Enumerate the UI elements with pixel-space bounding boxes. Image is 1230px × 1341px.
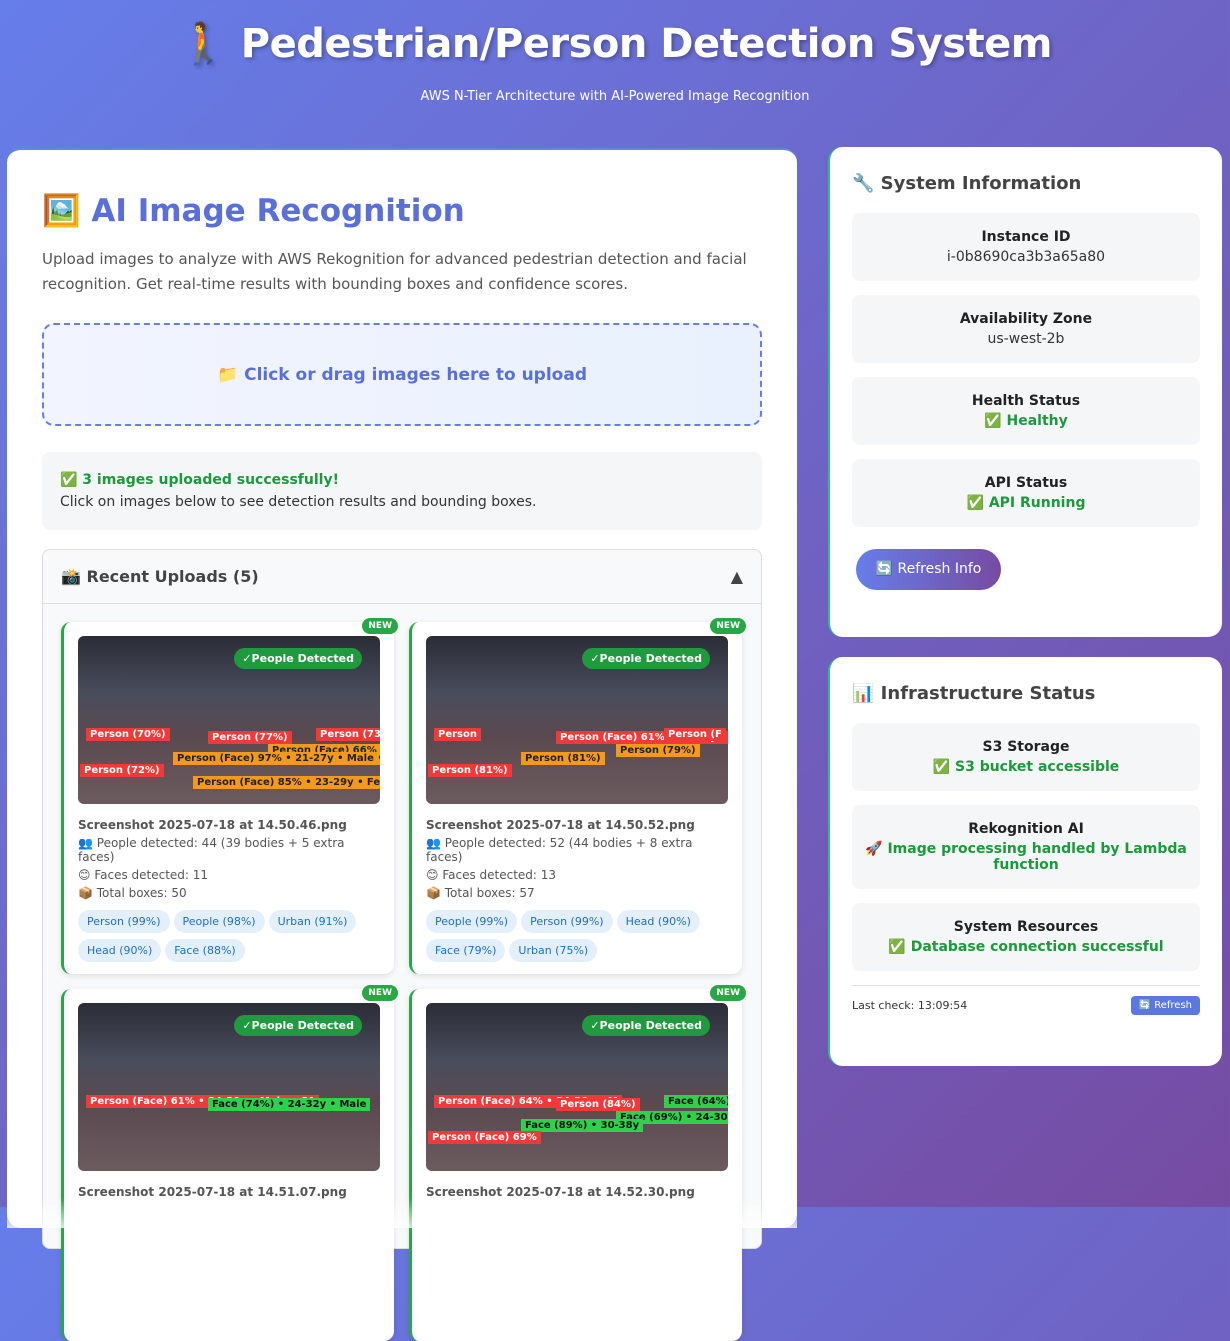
info-item: Instance ID i-0b8690ca3b3a65a80 (852, 213, 1200, 281)
upload-dropzone[interactable]: 📁 Click or drag images here to upload (42, 323, 762, 426)
faces-count: 😊 Faces detected: 11 (78, 868, 209, 882)
people-detected-badge: ✓People Detected (234, 1015, 362, 1036)
recent-uploads: 📸 Recent Uploads (5) ▲ Person (70%) Perso… (42, 549, 762, 1341)
upload-success-message: ✅ 3 images uploaded successfully! Click … (42, 452, 762, 530)
system-title: 🔧 System Information (852, 173, 1082, 194)
upload-thumbnail[interactable]: Person (Face) 64% • 24-30y • M Person (84… (426, 1003, 728, 1171)
bounding-box-label: Person (73%) (316, 728, 380, 741)
new-badge: NEW (362, 618, 398, 634)
bounding-box-label: Person (72%) (80, 764, 164, 777)
refresh-info-button[interactable]: 🔄 Refresh Info (856, 549, 1001, 590)
file-name: Screenshot 2025-07-18 at 14.52.30.png (426, 1185, 695, 1199)
info-label: Rekognition AI (968, 821, 1084, 837)
info-value: ✅ Healthy (984, 413, 1068, 429)
image-recognition-panel: 🖼️ AI Image Recognition Upload images to… (7, 148, 797, 1341)
info-label: API Status (984, 475, 1068, 491)
people-count: 👥 People detected: 52 (44 bodies + 8 ext… (426, 836, 693, 864)
file-name: Screenshot 2025-07-18 at 14.50.46.png (78, 818, 347, 832)
bounding-box-label: Person (81%) (428, 764, 512, 777)
label-tags: People (99%) Person (99%) Head (90%) Face (… (426, 910, 728, 962)
boxes-count: 📦 Total boxes: 50 (78, 886, 187, 900)
bounding-box-label: Person (79%) (616, 744, 700, 757)
upload-card[interactable]: Person (Face) 61% • 24-30y • Male • CA Fa… (61, 985, 398, 1341)
info-label: Instance ID (981, 229, 1071, 245)
file-name: Screenshot 2025-07-18 at 14.50.52.png (426, 818, 695, 832)
label-tag: Person (99%) (521, 910, 613, 933)
bounding-box-label: Person (F (664, 728, 726, 741)
label-tag: Urban (75%) (509, 939, 598, 962)
infra-title: 📊 Infrastructure Status (852, 683, 1096, 704)
file-name: Screenshot 2025-07-18 at 14.51.07.png (78, 1185, 347, 1199)
bounding-box-label: Person (Face) 97% • 21-27y • Male • CA (173, 752, 380, 765)
people-detected-badge: ✓People Detected (582, 1015, 710, 1036)
uploads-grid: Person (70%) Person (77%) Person (73%) Pers… (43, 604, 761, 1341)
label-tag: People (98%) (173, 910, 265, 933)
label-tag: Face (79%) (426, 939, 506, 962)
recent-uploads-header[interactable]: 📸 Recent Uploads (5) ▲ (43, 550, 761, 604)
bounding-box-label: Face (64%) • 24-32y • Male (664, 1095, 728, 1108)
bounding-box-label: Person (Face) 85% • 23-29y • Female (193, 776, 380, 789)
info-item: Availability Zone us-west-2b (852, 295, 1200, 363)
bounding-box-label: Person (84%) (556, 1098, 640, 1111)
label-tag: People (99%) (426, 910, 518, 933)
upload-thumbnail[interactable]: Person (70%) Person (77%) Person (73%) Pers… (78, 636, 380, 804)
scroll-fade (7, 1198, 797, 1228)
label-tag: Person (99%) (78, 910, 170, 933)
bounding-box-label: Person (Face) 69% (428, 1131, 541, 1144)
status-footer: Last check: 13:09:54 🔄 Refresh (852, 985, 1200, 1015)
upload-card[interactable]: Person (70%) Person (77%) Person (73%) Pers… (61, 618, 398, 974)
section-description: Upload images to analyze with AWS Rekogn… (42, 250, 747, 293)
info-label: System Resources (953, 919, 1099, 935)
info-label: Availability Zone (959, 311, 1093, 327)
infrastructure-status-panel: 📊 Infrastructure Status S3 Storage ✅ S3 b… (828, 657, 1222, 1066)
recent-uploads-title: 📸 Recent Uploads (5) (61, 567, 259, 586)
label-tags: Person (99%) People (98%) Urban (91%) Head … (78, 910, 380, 962)
bounding-box-label: Person (77%) (208, 731, 292, 744)
info-item: API Status ✅ API Running (852, 459, 1200, 527)
info-value: us-west-2b (987, 331, 1065, 347)
collapse-icon[interactable]: ▲ (731, 567, 743, 586)
boxes-count: 📦 Total boxes: 57 (426, 886, 535, 900)
label-tag: Head (90%) (616, 910, 700, 933)
label-tag: Urban (91%) (268, 910, 357, 933)
info-value: i-0b8690ca3b3a65a80 (946, 249, 1106, 265)
success-title: ✅ 3 images uploaded successfully! (60, 472, 339, 488)
upload-thumbnail[interactable]: Person Person (Face) 61% • 24-32y • Ma Per… (426, 636, 728, 804)
last-check: Last check: 13:09:54 (852, 999, 968, 1012)
info-value: ✅ Database connection successful (888, 939, 1164, 955)
info-value: ✅ API Running (966, 495, 1086, 511)
bounding-box-label: Person (434, 728, 481, 741)
info-item: Health Status ✅ Healthy (852, 377, 1200, 445)
faces-count: 😊 Faces detected: 13 (426, 868, 557, 882)
info-value: ✅ S3 bucket accessible (932, 759, 1120, 775)
label-tag: Face (88%) (165, 939, 245, 962)
bounding-box-label: Person (70%) (86, 728, 170, 741)
upload-card[interactable]: Person Person (Face) 61% • 24-32y • Ma Per… (409, 618, 746, 974)
info-item: System Resources ✅ Database connection su… (852, 903, 1200, 971)
people-count: 👥 People detected: 44 (39 bodies + 5 ext… (78, 836, 345, 864)
upload-label: 📁 Click or drag images here to upload (217, 364, 587, 385)
upload-card[interactable]: Person (Face) 64% • 24-30y • M Person (84… (409, 985, 746, 1341)
info-item: S3 Storage ✅ S3 bucket accessible (852, 723, 1200, 791)
label-tag: Head (90%) (78, 939, 162, 962)
system-information-panel: 🔧 System Information Instance ID i-0b8690… (828, 147, 1222, 637)
page-header: 🚶 Pedestrian/Person Detection System AWS… (0, 0, 1230, 104)
section-title: 🖼️ AI Image Recognition (42, 193, 465, 229)
new-badge: NEW (710, 985, 746, 1001)
info-label: Health Status (971, 393, 1081, 409)
bounding-box-label: Face (74%) • 24-32y • Male (208, 1098, 371, 1111)
refresh-button[interactable]: 🔄 Refresh (1130, 996, 1200, 1015)
people-detected-badge: ✓People Detected (234, 648, 362, 669)
bounding-box-label: Person (81%) (521, 752, 605, 765)
people-detected-badge: ✓People Detected (582, 648, 710, 669)
new-badge: NEW (710, 618, 746, 634)
info-item: Rekognition AI 🚀 Image processing handled… (852, 805, 1200, 889)
upload-thumbnail[interactable]: Person (Face) 61% • 24-30y • Male • CA Fa… (78, 1003, 380, 1171)
info-label: S3 Storage (982, 739, 1070, 755)
page-title: 🚶 Pedestrian/Person Detection System (178, 21, 1052, 67)
success-text: Click on images below to see detection r… (60, 494, 537, 510)
new-badge: NEW (362, 985, 398, 1001)
page-subtitle: AWS N-Tier Architecture with AI-Powered … (420, 89, 810, 104)
info-value: 🚀 Image processing handled by Lambda fun… (865, 841, 1187, 873)
